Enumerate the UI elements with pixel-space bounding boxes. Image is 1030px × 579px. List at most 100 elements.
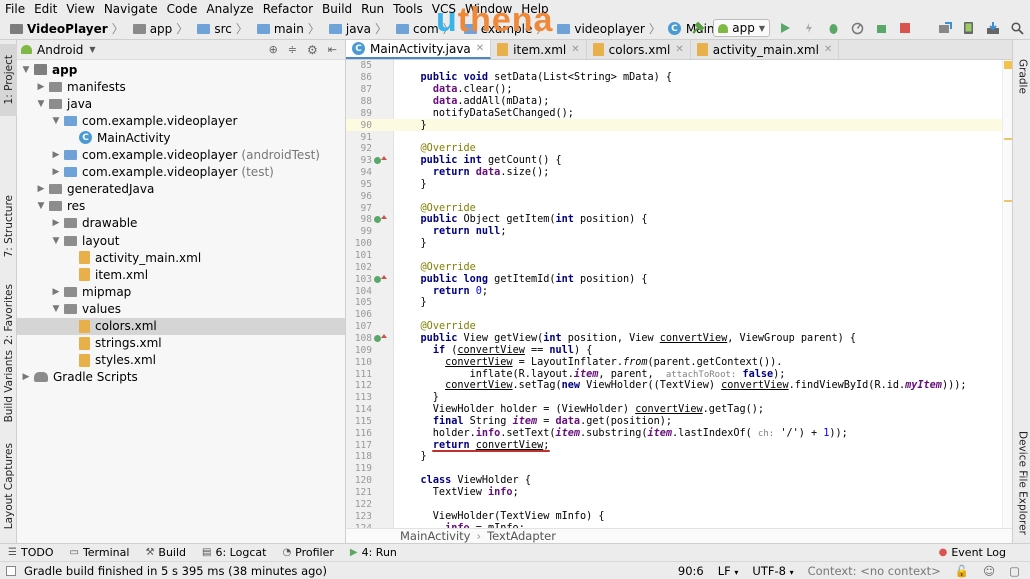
code-line[interactable]: 97 @Override (346, 202, 1006, 214)
code-line[interactable]: 108 public View getView(int position, Vi… (346, 333, 1006, 345)
code-line[interactable]: 112 convertView.setTag(new ViewHolder((T… (346, 380, 1006, 392)
make-project-icon[interactable] (689, 19, 707, 37)
search-everywhere-icon[interactable] (1008, 19, 1026, 37)
tree-item[interactable]: ▶ Gradle Scripts (17, 369, 345, 386)
code-line[interactable]: 93 public int getCount() { (346, 155, 1006, 167)
tree-item[interactable]: ▼ values (17, 300, 345, 317)
breadcrumb-item[interactable]: app (127, 22, 172, 36)
attach-debugger-icon[interactable] (872, 19, 890, 37)
expand-right-icon[interactable]: ▶ (51, 167, 61, 177)
tree-item[interactable]: ▶ drawable (17, 215, 345, 232)
breadcrumb-inner-class[interactable]: TextAdapter (487, 529, 556, 543)
code-area[interactable]: 85 86 public void setData(List<String> mD… (346, 60, 1012, 528)
tool-window-list[interactable]: ☰ TODO (8, 546, 53, 559)
menu-build[interactable]: Build (317, 2, 356, 16)
breadcrumb-item[interactable]: main (251, 22, 304, 36)
code-line[interactable]: 99 return null; (346, 226, 1006, 238)
tool-window-terminal[interactable]: ▭ Terminal (69, 546, 129, 559)
tree-item[interactable]: ▶ manifests (17, 78, 345, 95)
run-config-selector[interactable]: app ▼ (713, 19, 770, 37)
hide-panel-icon[interactable]: ⇤ (328, 43, 337, 56)
menu-refactor[interactable]: Refactor (258, 2, 317, 16)
menu-vcs[interactable]: VCS (427, 2, 460, 16)
close-icon[interactable]: ✕ (476, 43, 484, 54)
expand-down-icon[interactable]: ▼ (51, 304, 61, 314)
code-line[interactable]: 109 if (convertView == null) { (346, 344, 1006, 356)
code-line[interactable]: 104 return 0; (346, 285, 1006, 297)
code-line[interactable]: 106 (346, 309, 1006, 321)
code-line[interactable]: 118 } (346, 451, 1006, 463)
sdk-manager-icon[interactable] (984, 19, 1002, 37)
stop-icon[interactable] (896, 19, 914, 37)
device-file-explorer-tab[interactable]: Device File Explorer (1014, 428, 1030, 538)
close-icon[interactable]: ✕ (571, 44, 579, 55)
collapse-all-icon[interactable]: ≑ (288, 43, 297, 56)
menu-file[interactable]: File (0, 2, 29, 16)
structure-tool-tab[interactable]: 7: Structure (0, 178, 17, 274)
override-marker-icon[interactable] (372, 155, 394, 166)
code-line[interactable]: 87 data.clear(); (346, 84, 1006, 96)
menu-edit[interactable]: Edit (29, 2, 61, 16)
editor-tab[interactable]: C MainActivity.java ✕ (346, 40, 492, 59)
sync-gradle-icon[interactable] (936, 19, 954, 37)
menu-help[interactable]: Help (516, 2, 552, 16)
code-line[interactable]: 90 } (346, 119, 1006, 132)
tree-item[interactable]: colors.xml (17, 317, 345, 335)
apply-changes-icon[interactable] (800, 19, 818, 37)
code-line[interactable]: 122 (346, 498, 1006, 510)
gear-icon[interactable]: ⚙ (307, 43, 318, 57)
code-line[interactable]: 92 @Override (346, 143, 1006, 155)
expand-right-icon[interactable]: ▶ (21, 372, 31, 382)
breadcrumb-class[interactable]: MainActivity (400, 529, 470, 543)
tree-item[interactable]: ▶ generatedJava (17, 181, 345, 198)
line-separator[interactable]: LF ▾ (718, 564, 739, 578)
override-marker-icon[interactable] (372, 274, 394, 285)
code-line[interactable]: 107 @Override (346, 321, 1006, 333)
project-view-selector[interactable]: Android (37, 43, 83, 57)
code-line[interactable]: 102 @Override (346, 261, 1006, 273)
code-line[interactable]: 98 public Object getItem(int position) { (346, 214, 1006, 226)
code-line[interactable]: 120 class ViewHolder { (346, 475, 1006, 487)
close-icon[interactable]: ✕ (824, 44, 832, 55)
expand-down-icon[interactable]: ▼ (51, 236, 61, 246)
code-line[interactable]: 95 } (346, 179, 1006, 191)
tree-item[interactable]: ▼ com.example.videoplayer (17, 112, 345, 129)
breadcrumb-item[interactable]: example (458, 22, 532, 36)
override-marker-icon[interactable] (372, 214, 394, 225)
tree-item[interactable]: ▼ layout (17, 232, 345, 249)
build-variants-tool-tab[interactable]: Build Variants (0, 346, 17, 426)
code-line[interactable]: 91 (346, 131, 1006, 143)
run-icon[interactable] (776, 19, 794, 37)
notifications-icon[interactable]: ▢ (1009, 564, 1020, 578)
tree-item[interactable]: ▶ com.example.videoplayer (androidTest) (17, 147, 345, 164)
menu-view[interactable]: View (61, 2, 98, 16)
cursor-position[interactable]: 90:6 (678, 564, 704, 578)
code-line[interactable]: 103 public long getItemId(int position) … (346, 273, 1006, 285)
code-line[interactable]: 115 final String item = data.get(positio… (346, 416, 1006, 428)
tree-item[interactable]: ▼ res (17, 198, 345, 215)
tool-window-run[interactable]: ▶ 4: Run (350, 546, 397, 559)
tool-window-logcat[interactable]: ▤ 6: Logcat (202, 546, 266, 559)
debug-icon[interactable] (824, 19, 842, 37)
close-icon[interactable]: ✕ (675, 44, 683, 55)
event-log-button[interactable]: ● Event Log (939, 546, 1006, 559)
expand-right-icon[interactable]: ▶ (51, 150, 61, 160)
lock-icon[interactable]: 🔓 (955, 564, 969, 578)
tree-item[interactable]: item.xml (17, 266, 345, 283)
breadcrumb-item[interactable]: java (323, 22, 371, 36)
expand-right-icon[interactable]: ▶ (51, 287, 61, 297)
tree-item[interactable]: activity_main.xml (17, 249, 345, 266)
tree-item[interactable]: ▼ java (17, 95, 345, 112)
code-line[interactable]: 85 (346, 60, 1006, 72)
tool-window-profiler[interactable]: ◔ Profiler (282, 546, 333, 559)
expand-down-icon[interactable]: ▼ (36, 99, 46, 109)
context-indicator[interactable]: Context: <no context> (808, 564, 941, 578)
editor-tab[interactable]: colors.xml ✕ (587, 40, 691, 59)
breadcrumb-item[interactable]: VideoPlayer (4, 22, 108, 36)
code-line[interactable]: 86 public void setData(List<String> mDat… (346, 72, 1006, 84)
code-editor[interactable]: 85 86 public void setData(List<String> mD… (346, 60, 1012, 528)
code-line[interactable]: 101 (346, 250, 1006, 262)
sync-scroll-icon[interactable]: ⊕ (269, 43, 278, 56)
gradle-tool-tab[interactable]: Gradle (1014, 46, 1030, 106)
editor-tab[interactable]: item.xml ✕ (491, 40, 587, 59)
